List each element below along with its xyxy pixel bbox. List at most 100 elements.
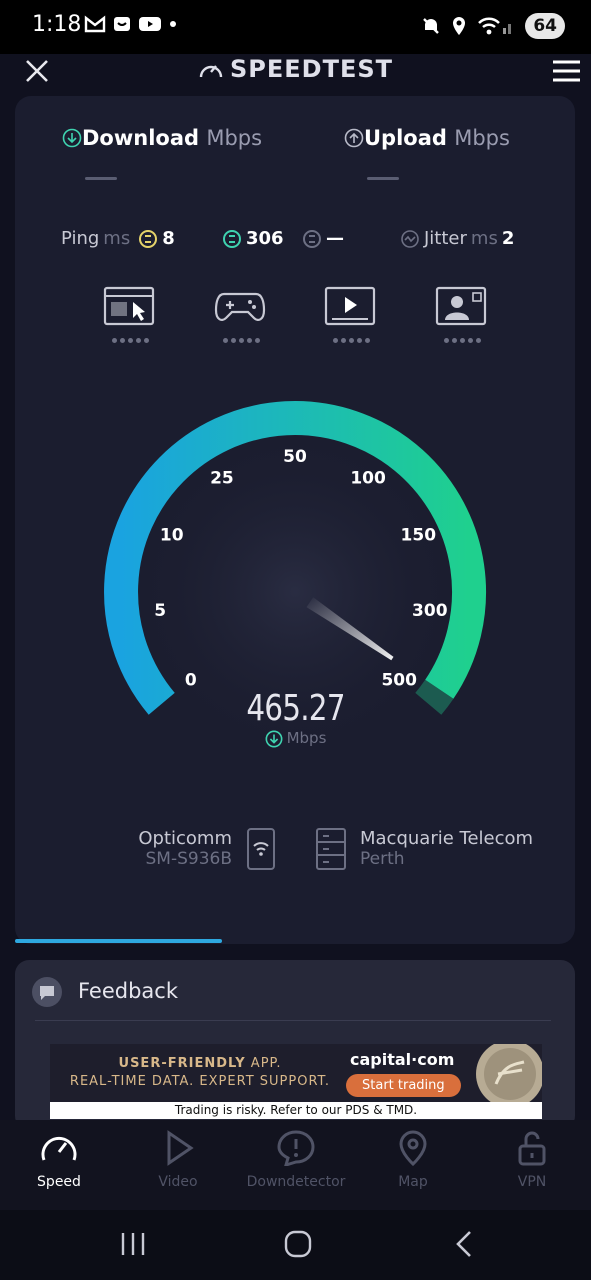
nav-downdetector-label: Downdetector bbox=[246, 1174, 346, 1190]
ad-disclaimer: Trading is risky. Refer to our PDS & TMD… bbox=[50, 1102, 542, 1119]
play-icon bbox=[167, 1130, 194, 1166]
gmail-icon bbox=[84, 15, 106, 33]
activity-video[interactable] bbox=[324, 286, 378, 343]
gamepad-icon bbox=[214, 292, 266, 321]
menu-icon[interactable] bbox=[552, 60, 581, 82]
youtube-icon bbox=[139, 17, 161, 31]
ad-line-1-bold: USER-FRIENDLY bbox=[118, 1056, 246, 1071]
location-icon bbox=[453, 17, 466, 35]
activity-video-call[interactable] bbox=[435, 286, 489, 343]
nav-downdetector[interactable]: Downdetector bbox=[241, 1130, 351, 1190]
tab-download[interactable]: Download Mbps bbox=[62, 126, 262, 150]
back-icon[interactable] bbox=[452, 1228, 476, 1260]
gaming-rating bbox=[214, 338, 268, 343]
nav-map[interactable]: Map bbox=[358, 1130, 468, 1190]
activity-browsing[interactable] bbox=[103, 286, 157, 343]
isp-info[interactable]: Opticomm SM-S936B bbox=[130, 828, 232, 869]
app-title: SPEEDTEST bbox=[0, 55, 591, 83]
ad-brand: capital·com bbox=[350, 1050, 455, 1069]
mute-icon bbox=[423, 18, 440, 34]
ping-upload-metric: — bbox=[302, 228, 344, 249]
upload-arrow-icon bbox=[344, 128, 364, 148]
notification-icons bbox=[84, 14, 178, 34]
message-icon bbox=[114, 17, 130, 31]
nav-video-label: Video bbox=[158, 1174, 198, 1190]
jitter-metric: Jitter ms 2 bbox=[400, 228, 514, 249]
ad-line-1: USER-FRIENDLY APP. bbox=[50, 1056, 350, 1071]
download-unit: Mbps bbox=[206, 126, 263, 150]
jitter-unit: ms bbox=[470, 228, 498, 249]
nav-vpn[interactable]: VPN bbox=[477, 1130, 587, 1190]
status-bar: 1:18 64 bbox=[0, 0, 591, 54]
wifi-icon bbox=[478, 17, 512, 35]
web-browsing-icon bbox=[103, 286, 155, 326]
server-name: Macquarie Telecom bbox=[360, 828, 534, 849]
ad-line-1-rest: APP. bbox=[245, 1056, 282, 1071]
speed-readout: 465.27 bbox=[246, 688, 345, 729]
feedback-divider bbox=[35, 1020, 551, 1021]
gauge-tick-label: 25 bbox=[210, 468, 234, 488]
ping-idle-icon bbox=[139, 229, 158, 248]
browsing-rating bbox=[103, 338, 157, 343]
feedback-chat-icon bbox=[32, 977, 62, 1007]
ping-metrics: Ping ms 8 bbox=[61, 228, 175, 249]
home-icon[interactable] bbox=[282, 1228, 314, 1260]
video-streaming-icon bbox=[324, 286, 376, 326]
ping-upload-value: — bbox=[326, 228, 344, 249]
device-name: SM-S936B bbox=[145, 849, 233, 869]
gauge-tick-label: 100 bbox=[350, 468, 386, 488]
video-call-rating bbox=[435, 338, 489, 343]
status-time: 1:18 bbox=[32, 12, 82, 37]
jitter-label: Jitter bbox=[424, 228, 467, 249]
dot-icon bbox=[170, 21, 176, 27]
speedometer-icon bbox=[41, 1137, 77, 1161]
recent-apps-icon[interactable] bbox=[118, 1230, 148, 1258]
gauge-tick-label: 50 bbox=[283, 447, 307, 467]
app-title-text: SPEEDTEST bbox=[229, 55, 393, 83]
battery-indicator: 64 bbox=[525, 13, 565, 39]
ping-label: Ping bbox=[61, 228, 100, 249]
jitter-icon bbox=[401, 229, 419, 248]
ping-unit: ms bbox=[103, 228, 131, 249]
video-rating bbox=[324, 338, 378, 343]
download-value-placeholder bbox=[85, 177, 117, 180]
map-pin-icon bbox=[399, 1130, 427, 1167]
download-arrow-icon bbox=[265, 730, 283, 747]
tab-upload[interactable]: Upload Mbps bbox=[344, 126, 510, 150]
nav-video[interactable]: Video bbox=[123, 1130, 233, 1190]
speed-unit: Mbps bbox=[0, 729, 591, 748]
alert-icon bbox=[277, 1130, 315, 1168]
ping-upload-icon bbox=[303, 229, 321, 248]
video-call-icon bbox=[435, 286, 487, 326]
nav-speed[interactable]: Speed bbox=[4, 1130, 114, 1190]
gauge-tick-label: 150 bbox=[401, 526, 437, 546]
download-arrow-icon bbox=[62, 128, 82, 148]
phone-wifi-icon bbox=[247, 828, 275, 870]
upload-unit: Mbps bbox=[454, 126, 510, 150]
ad-line-2: REAL-TIME DATA. EXPERT SUPPORT. bbox=[69, 1074, 331, 1089]
nav-vpn-label: VPN bbox=[517, 1174, 547, 1190]
unlock-icon bbox=[518, 1131, 546, 1166]
ad-banner[interactable]: USER-FRIENDLY APP. REAL-TIME DATA. EXPER… bbox=[50, 1044, 542, 1119]
isp-name: Opticomm bbox=[138, 828, 232, 849]
nav-speed-label: Speed bbox=[37, 1174, 81, 1190]
activity-gaming[interactable] bbox=[214, 288, 268, 343]
coin-icon bbox=[476, 1044, 542, 1102]
ping-download-value: 306 bbox=[246, 228, 284, 249]
server-location: Perth bbox=[360, 849, 405, 869]
speedtest-logo-icon bbox=[199, 65, 223, 78]
ping-idle-value: 8 bbox=[162, 228, 175, 249]
download-label: Download bbox=[82, 126, 200, 150]
system-navigation bbox=[0, 1210, 591, 1280]
status-right: 64 bbox=[421, 13, 565, 39]
server-icon bbox=[316, 828, 346, 870]
gauge-tick-label: 300 bbox=[412, 601, 448, 621]
feedback-title: Feedback bbox=[78, 979, 179, 1003]
upload-label: Upload bbox=[364, 126, 447, 150]
gauge-tick-label: 10 bbox=[160, 526, 184, 546]
jitter-value: 2 bbox=[501, 228, 515, 249]
bottom-navigation: Speed Video Downdetector Map VPN bbox=[0, 1120, 591, 1210]
server-info[interactable]: Macquarie Telecom Perth bbox=[360, 828, 533, 869]
gauge-tick-label: 5 bbox=[154, 601, 166, 621]
ad-cta-button[interactable]: Start trading bbox=[346, 1074, 461, 1097]
